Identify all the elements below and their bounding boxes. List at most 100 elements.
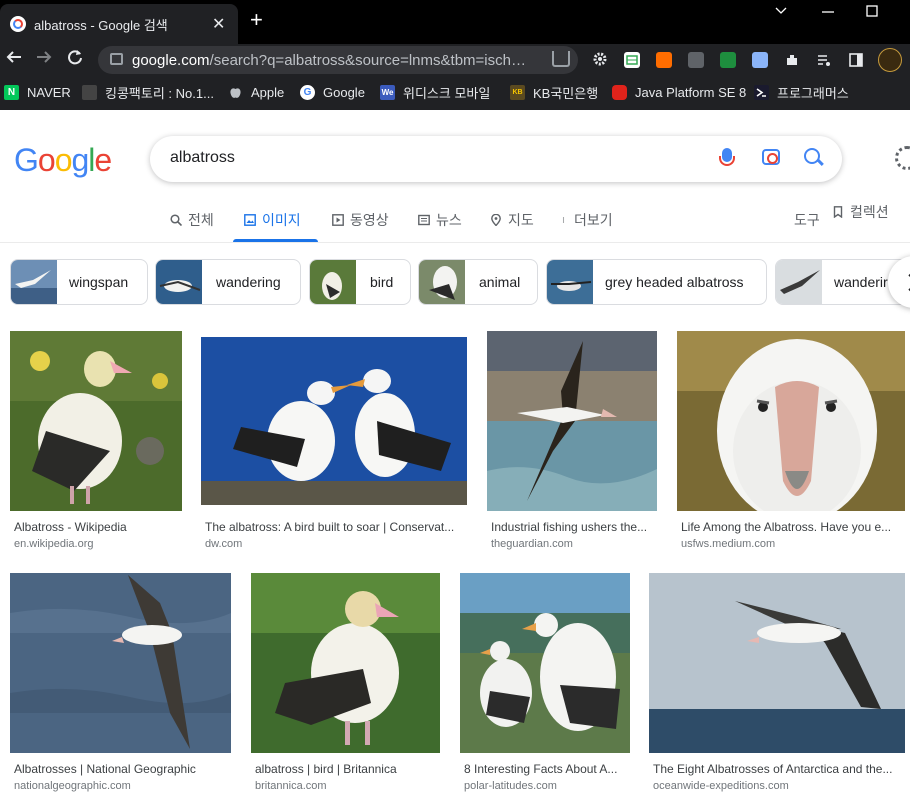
result-source[interactable]: polar-latitudes.com: [464, 780, 557, 792]
related-chip-animal[interactable]: animal: [418, 259, 538, 305]
result-image[interactable]: [10, 331, 182, 511]
bookmark-kingkong[interactable]: 킹콩팩토리 : No.1...: [82, 82, 214, 102]
result-title[interactable]: Industrial fishing ushers the...: [491, 520, 657, 534]
result-source[interactable]: usfws.medium.com: [681, 538, 775, 550]
lock-icon: [110, 53, 123, 65]
related-chip-wandering[interactable]: wandering: [155, 259, 301, 305]
tab-images[interactable]: 이미지: [244, 210, 301, 230]
browser-toolbar: google.com/search?q=albatross&source=lnm…: [0, 44, 910, 76]
google-icon: G: [300, 84, 315, 100]
search-icon[interactable]: [804, 148, 820, 164]
image-result[interactable]: The Eight Albatrosses of Antarctica and …: [649, 573, 905, 795]
collections-button[interactable]: 컬렉션: [832, 202, 889, 222]
result-title[interactable]: Albatross - Wikipedia: [14, 520, 180, 534]
result-image[interactable]: [10, 573, 231, 753]
tab-strip: albatross - Google 검색 ✕ +: [0, 0, 910, 44]
result-source[interactable]: oceanwide-expeditions.com: [653, 780, 789, 792]
result-image[interactable]: [460, 573, 630, 753]
result-image[interactable]: [251, 573, 440, 753]
google-favicon-icon: [10, 16, 26, 32]
minimize-window-icon[interactable]: [822, 4, 834, 18]
maximize-window-icon[interactable]: [866, 4, 878, 18]
search-input[interactable]: albatross: [170, 149, 235, 167]
related-chip-grey-headed-albatross[interactable]: grey headed albatross: [546, 259, 767, 305]
result-title[interactable]: The albatross: A bird built to soar | Co…: [205, 520, 465, 534]
result-title[interactable]: Albatrosses | National Geographic: [14, 762, 229, 776]
search-type-tabs: 전체 이미지 동영상 뉴스 지도 더보기 도구 컬렉션: [0, 200, 910, 243]
related-chip-bird[interactable]: bird: [309, 259, 411, 305]
oracle-icon: [612, 84, 627, 100]
chip-thumbnail: [156, 260, 202, 304]
forward-arrow-icon[interactable]: [36, 49, 52, 65]
tab-news[interactable]: 뉴스: [418, 210, 462, 230]
bookmarks-bar: N NAVER 킹콩팩토리 : No.1... Apple G Google W…: [0, 78, 910, 106]
result-source[interactable]: britannica.com: [255, 780, 327, 792]
chip-thumbnail: [776, 260, 822, 304]
ex-extension-icon[interactable]: [656, 52, 672, 68]
result-title[interactable]: The Eight Albatrosses of Antarctica and …: [653, 762, 903, 776]
address-bar[interactable]: google.com/search?q=albatross&source=lnm…: [98, 46, 578, 74]
chevron-down-icon[interactable]: [774, 4, 788, 18]
image-result[interactable]: Albatross - Wikipedia en.wikipedia.org: [10, 331, 182, 556]
image-result[interactable]: Life Among the Albatross. Have you e... …: [677, 331, 905, 556]
back-arrow-icon[interactable]: [6, 49, 22, 65]
tab-videos[interactable]: 동영상: [332, 210, 389, 230]
related-chip-wingspan[interactable]: wingspan: [10, 259, 148, 305]
image-result[interactable]: 8 Interesting Facts About A... polar-lat…: [460, 573, 630, 795]
result-image[interactable]: [201, 331, 467, 511]
new-tab-button[interactable]: +: [250, 9, 263, 31]
flag-extension-icon[interactable]: [720, 52, 736, 68]
result-title[interactable]: 8 Interesting Facts About A...: [464, 762, 628, 776]
kb-bank-icon: KB: [510, 84, 525, 100]
puzzle-extensions-icon[interactable]: [784, 52, 800, 68]
settings-gear-extension-icon[interactable]: [592, 51, 608, 67]
microphone-icon[interactable]: [719, 148, 735, 166]
tab-maps[interactable]: 지도: [490, 210, 534, 230]
bookmark-google[interactable]: G Google: [300, 82, 365, 102]
bookmark-apple[interactable]: Apple: [228, 82, 284, 102]
active-tab-indicator: [233, 239, 318, 242]
close-tab-icon[interactable]: ✕: [212, 14, 225, 34]
bookmark-kb-bank[interactable]: KB KB국민은행: [510, 82, 598, 102]
browser-tab[interactable]: albatross - Google 검색 ✕: [0, 4, 238, 44]
google-logo[interactable]: Google: [14, 142, 112, 179]
result-source[interactable]: dw.com: [205, 538, 242, 550]
bookmark-naver[interactable]: N NAVER: [4, 82, 71, 102]
bookmark-java-se8[interactable]: Java Platform SE 8: [612, 82, 746, 102]
programmers-icon: [754, 84, 769, 100]
kingkong-icon: [82, 84, 97, 100]
image-result[interactable]: Industrial fishing ushers the... theguar…: [487, 331, 657, 556]
result-source[interactable]: en.wikipedia.org: [14, 538, 94, 550]
tab-all[interactable]: 전체: [170, 210, 214, 230]
chip-thumbnail: [310, 260, 356, 304]
result-title[interactable]: albatross | bird | Britannica: [255, 762, 438, 776]
info-extension-icon[interactable]: [688, 52, 704, 68]
profile-avatar[interactable]: [878, 48, 902, 72]
image-result[interactable]: Albatrosses | National Geographic nation…: [10, 573, 231, 795]
bookmark-programmers[interactable]: 프로그래머스: [754, 82, 849, 102]
result-title[interactable]: Life Among the Albatross. Have you e...: [681, 520, 903, 534]
settings-gear-icon[interactable]: [895, 146, 910, 170]
camera-lens-icon[interactable]: [762, 149, 780, 165]
side-panel-icon[interactable]: [848, 52, 864, 68]
chip-thumbnail: [547, 260, 593, 304]
image-result[interactable]: albatross | bird | Britannica britannica…: [251, 573, 440, 795]
naver-icon: N: [4, 84, 19, 100]
tab-title: albatross - Google 검색: [34, 18, 168, 33]
result-image[interactable]: [677, 331, 905, 511]
tools-extension-icon[interactable]: [752, 52, 768, 68]
tools-button[interactable]: 도구: [794, 210, 820, 230]
result-source[interactable]: theguardian.com: [491, 538, 573, 550]
share-icon[interactable]: [552, 51, 570, 67]
image-result[interactable]: The albatross: A bird built to soar | Co…: [201, 331, 467, 556]
result-image[interactable]: [649, 573, 905, 753]
sheets-extension-icon[interactable]: [624, 52, 640, 68]
search-box[interactable]: albatross: [150, 136, 842, 182]
result-image[interactable]: [487, 331, 657, 511]
media-control-icon[interactable]: [816, 52, 832, 68]
reload-icon[interactable]: [67, 49, 83, 65]
tab-more[interactable]: 더보기: [562, 210, 613, 230]
bookmark-wedisk[interactable]: We 위디스크 모바일: [380, 82, 490, 102]
apple-icon: [228, 85, 243, 100]
result-source[interactable]: nationalgeographic.com: [14, 780, 131, 792]
